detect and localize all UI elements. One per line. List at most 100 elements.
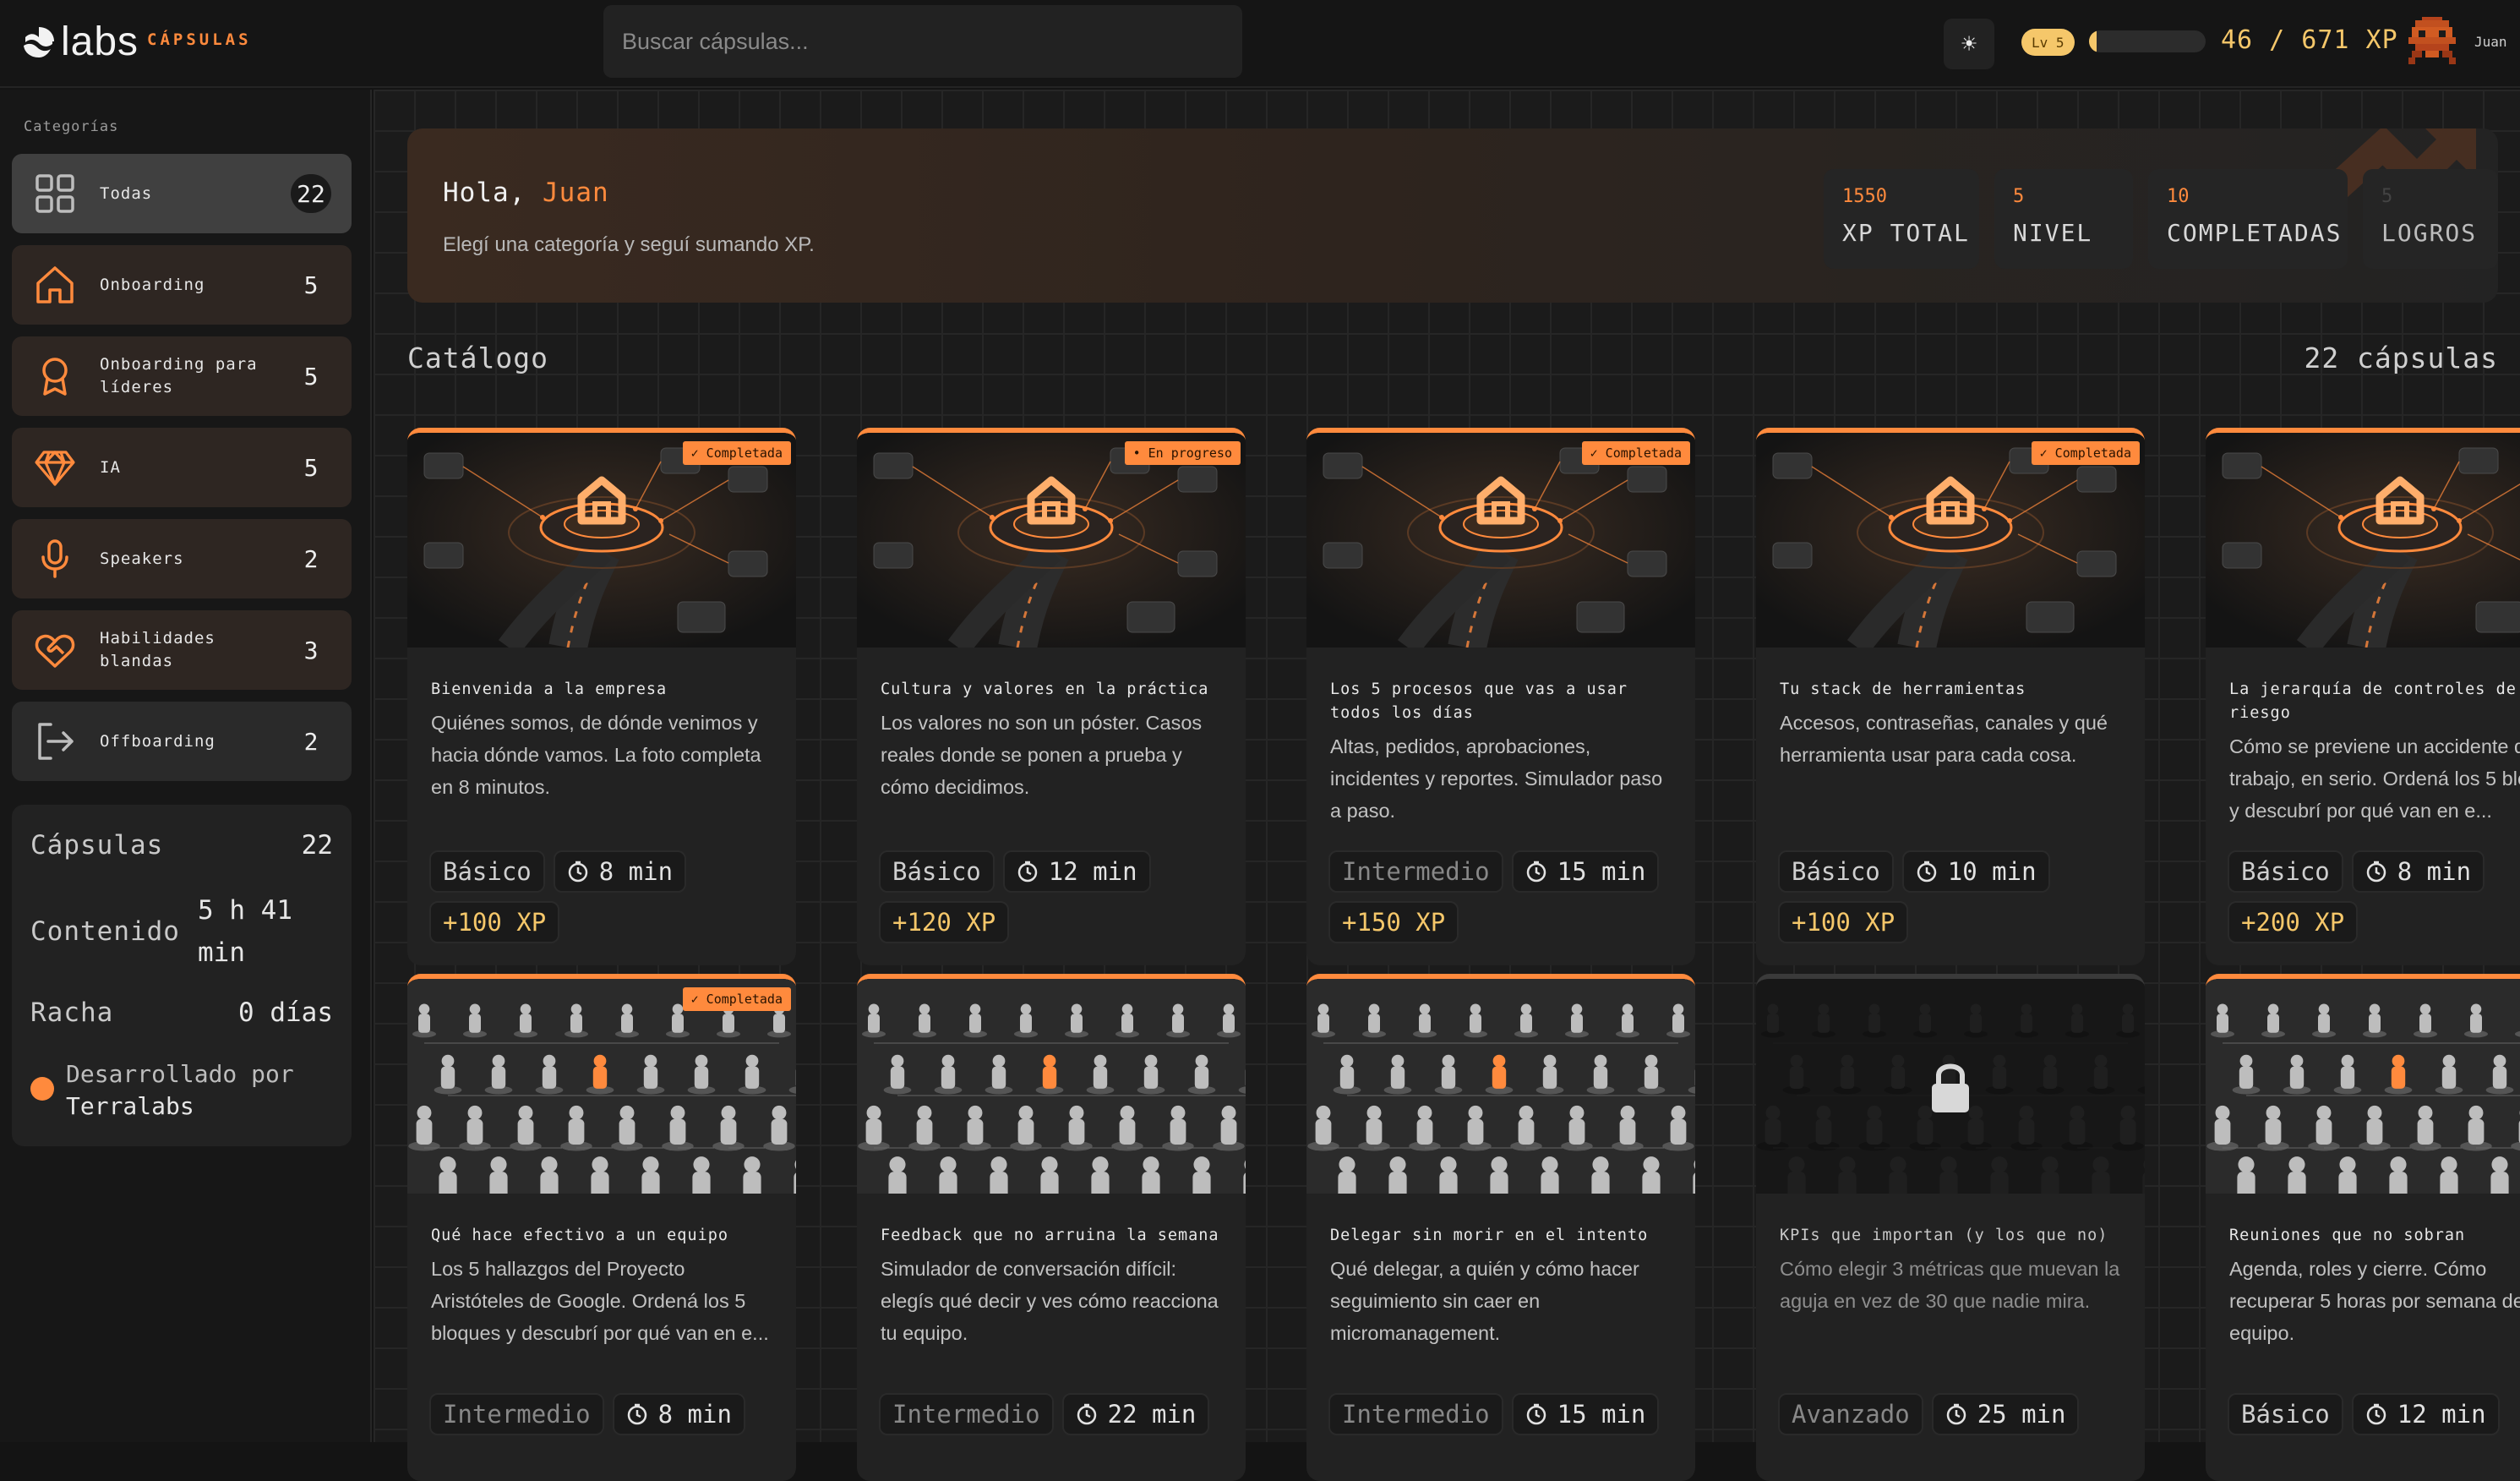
level-badge: Lv 5 — [2021, 29, 2075, 56]
developed-by: Desarrollado por Terralabs — [30, 1058, 294, 1123]
clock-icon — [2365, 1403, 2387, 1425]
avatar-icon[interactable] — [2405, 14, 2459, 68]
sidebar-item-todas[interactable]: Todas 22 — [12, 154, 352, 233]
card-meta: Intermedio 15 min — [1328, 1393, 1683, 1435]
logo[interactable]: labs — [22, 19, 139, 65]
capsule-card[interactable]: Reuniones que no sobran Agenda, roles y … — [2206, 974, 2520, 1481]
duration-text: 15 min — [1557, 857, 1646, 886]
greeting-prefix: Hola, — [443, 178, 526, 208]
card-description: Los valores no son un póster. Casos real… — [881, 707, 1227, 803]
level-chip: Intermedio — [1328, 850, 1503, 893]
capsule-card[interactable]: Feedback que no arruina la semana Simula… — [857, 974, 1246, 1481]
search-box[interactable] — [603, 5, 1242, 78]
duration-chip: 15 min — [1512, 1393, 1660, 1435]
greeting: Hola, Juan — [443, 178, 609, 208]
capsule-card[interactable]: KPIs que importan (y los que no) Cómo el… — [1756, 974, 2145, 1481]
user-name: Juan — [2474, 34, 2507, 50]
search-input[interactable] — [622, 29, 1242, 55]
stat-contenido: Contenido 5 h 41 min — [30, 889, 333, 974]
card-meta: Básico 12 min +120 XP — [879, 850, 1234, 943]
greeting-subtitle: Elegí una categoría y seguí sumando XP. — [443, 233, 815, 257]
xp-chip: +100 XP — [1778, 901, 1908, 943]
sidebar-item-ia[interactable]: IA 5 — [12, 428, 352, 507]
microphone-icon — [34, 538, 76, 580]
card-image — [857, 979, 1246, 1194]
stat-value: 5 — [2381, 186, 2498, 207]
sidebar-item-habilidades-blandas[interactable]: Habilidades blandas 3 — [12, 610, 352, 690]
xp-chip: +200 XP — [2228, 901, 2358, 943]
level-chip: Básico — [879, 850, 995, 893]
card-title: Delegar sin morir en el intento — [1330, 1224, 1677, 1248]
sidebar-item-onboarding-lideres[interactable]: Onboarding para líderes 5 — [12, 336, 352, 416]
status-badge: ✓ Completada — [1582, 441, 1690, 465]
card-image: • En progreso — [857, 433, 1246, 648]
stat-label: COMPLETADAS — [2167, 219, 2348, 247]
developed-by-name[interactable]: Terralabs — [66, 1092, 194, 1120]
card-image — [1756, 979, 2145, 1194]
sidebar-item-count: 5 — [291, 448, 331, 487]
duration-text: 8 min — [599, 857, 673, 886]
sidebar-item-count: 3 — [291, 631, 331, 669]
clock-icon — [626, 1403, 648, 1425]
capsule-card[interactable]: ✓ Completada Tu stack de herramientas Ac… — [1756, 428, 2145, 965]
sidebar-item-label: Speakers — [100, 548, 269, 571]
theme-toggle-button[interactable]: ☀ — [1944, 19, 1994, 69]
sidebar-item-label: Habilidades blandas — [100, 627, 269, 673]
developed-by-prefix: Desarrollado por — [66, 1058, 294, 1090]
clock-icon — [2365, 861, 2387, 883]
card-meta: Básico 12 min — [2228, 1393, 2520, 1435]
capsule-card[interactable]: ✓ Completada Los 5 procesos que vas a us… — [1306, 428, 1695, 965]
team-network-illustration — [2206, 979, 2520, 1194]
stat-value: 5 — [2013, 186, 2133, 207]
home-icon — [34, 264, 76, 306]
card-title: Bienvenida a la empresa — [431, 678, 777, 702]
capsule-card[interactable]: La jerarquía de controles de riesgo Cómo… — [2206, 428, 2520, 965]
duration-text: 8 min — [658, 1400, 732, 1429]
card-title: KPIs que importan (y los que no) — [1780, 1224, 2126, 1248]
card-title: Feedback que no arruina la semana — [881, 1224, 1227, 1248]
logo-mark-icon — [22, 25, 56, 59]
stat-label: Contenido — [30, 916, 180, 947]
sidebar-item-offboarding[interactable]: Offboarding 2 — [12, 702, 352, 781]
duration-chip: 8 min — [554, 850, 686, 893]
stat-label: LOGROS — [2381, 219, 2498, 247]
level-chip: Intermedio — [1328, 1393, 1503, 1435]
home-path-illustration — [1756, 433, 2145, 648]
level-chip: Básico — [1778, 850, 1894, 893]
sidebar-item-count: 22 — [291, 174, 331, 213]
clock-icon — [1076, 1403, 1098, 1425]
xp-text: 46 / 671 XP — [2221, 25, 2398, 55]
sidebar-item-onboarding[interactable]: Onboarding 5 — [12, 245, 352, 325]
clock-icon — [1945, 1403, 1967, 1425]
clock-icon — [1525, 861, 1547, 883]
card-image: ✓ Completada — [1756, 433, 2145, 648]
stat-label: Racha — [30, 997, 113, 1028]
level-chip: Intermedio — [429, 1393, 604, 1435]
sidebar-item-count: 2 — [291, 722, 331, 761]
status-badge: ✓ Completada — [683, 441, 791, 465]
capsule-card[interactable]: ✓ Completada Qué hace efectivo a un equi… — [407, 974, 796, 1481]
card-title: Qué hace efectivo a un equipo — [431, 1224, 777, 1248]
duration-chip: 12 min — [1003, 850, 1151, 893]
duration-chip: 12 min — [2352, 1393, 2500, 1435]
clock-icon — [1525, 1403, 1547, 1425]
stats-panel: Cápsulas 22 Contenido 5 h 41 min Racha 0… — [12, 805, 352, 1146]
status-badge: ✓ Completada — [2032, 441, 2140, 465]
level-chip: Avanzado — [1778, 1393, 1923, 1435]
card-image — [1306, 979, 1695, 1194]
capsule-card[interactable]: Delegar sin morir en el intento Qué dele… — [1306, 974, 1695, 1481]
capsule-card[interactable]: • En progreso Cultura y valores en la pr… — [857, 428, 1246, 965]
card-meta: Básico 8 min +100 XP — [429, 850, 784, 943]
stat-value: 0 días — [238, 997, 333, 1028]
capsule-card[interactable]: ✓ Completada Bienvenida a la empresa Qui… — [407, 428, 796, 965]
clock-icon — [1916, 861, 1938, 883]
stat-label: XP TOTAL — [1842, 219, 1979, 247]
card-description: Quiénes somos, de dónde venimos y hacia … — [431, 707, 777, 803]
sidebar-item-count: 2 — [291, 539, 331, 578]
sun-icon: ☀ — [1961, 30, 1977, 59]
section-tag: CÁPSULAS — [147, 30, 252, 49]
sidebar-item-speakers[interactable]: Speakers 2 — [12, 519, 352, 598]
card-title: Cultura y valores en la práctica — [881, 678, 1227, 702]
sidebar-item-count: 5 — [291, 357, 331, 396]
duration-text: 10 min — [1948, 857, 2037, 886]
